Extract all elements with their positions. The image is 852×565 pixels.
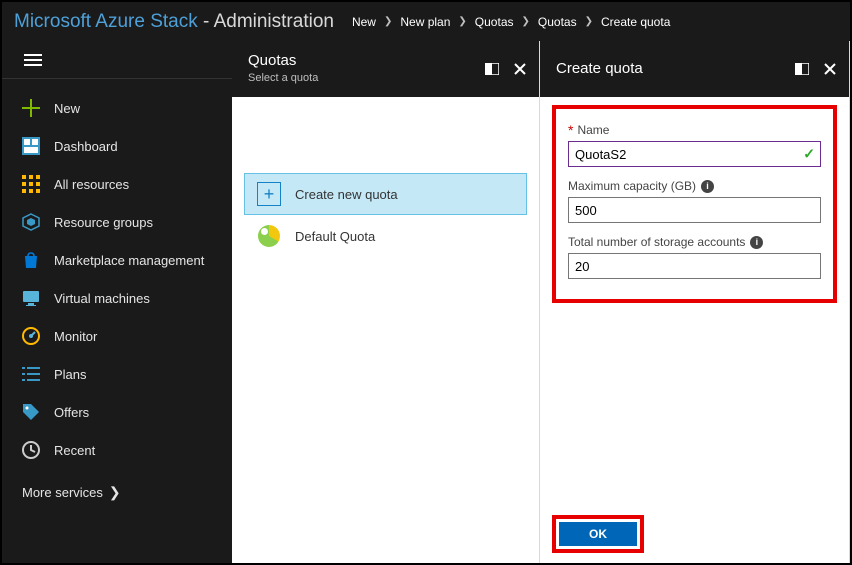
form-highlight: * Name ✓ Maximum capacity (GB) i Total n… (552, 105, 837, 303)
quota-item-label: Create new quota (295, 187, 398, 202)
close-icon[interactable] (823, 62, 837, 76)
blade-quotas: Quotas Select a quota + Create new quota… (232, 41, 540, 563)
clock-icon (22, 441, 40, 459)
nav-label: Dashboard (54, 139, 118, 154)
chevron-right-icon: ❯ (384, 16, 392, 27)
nav-resource-groups[interactable]: Resource groups (2, 203, 232, 241)
nav-label: Offers (54, 405, 89, 420)
nav-new[interactable]: New (2, 89, 232, 127)
nav-dashboard[interactable]: Dashboard (2, 127, 232, 165)
plus-icon (22, 99, 40, 117)
quota-item-create-new[interactable]: + Create new quota (244, 173, 527, 215)
name-label-text: Name (577, 123, 609, 137)
chevron-right-icon: ❯ (109, 484, 121, 501)
blade-create-quota: Create quota * Name ✓ Maximum capacity (… (540, 41, 850, 563)
blade-body: * Name ✓ Maximum capacity (GB) i Total n… (540, 97, 849, 563)
hamburger-icon (24, 51, 42, 69)
name-input[interactable] (568, 141, 821, 167)
breadcrumb-item[interactable]: Quotas (475, 15, 514, 29)
chevron-right-icon: ❯ (585, 16, 593, 27)
info-icon[interactable]: i (750, 236, 763, 249)
breadcrumb-item[interactable]: New (352, 15, 376, 29)
nav-all-resources[interactable]: All resources (2, 165, 232, 203)
name-label: * Name (568, 123, 821, 137)
dashboard-icon (22, 137, 40, 155)
nav-label: New (54, 101, 80, 116)
breadcrumb-item[interactable]: Quotas (538, 15, 577, 29)
blade-body: + Create new quota Default Quota (232, 97, 539, 563)
nav-offers[interactable]: Offers (2, 393, 232, 431)
capacity-input[interactable] (568, 197, 821, 223)
blade-subtitle: Select a quota (248, 72, 485, 85)
grid-icon (22, 175, 40, 193)
list-icon (22, 365, 40, 383)
maximize-icon[interactable] (795, 62, 809, 76)
more-services-button[interactable]: More services ❯ (2, 473, 232, 511)
chevron-right-icon: ❯ (458, 16, 466, 27)
bag-icon (22, 251, 40, 269)
pie-chart-icon (257, 224, 281, 248)
blade-header: Create quota (540, 41, 849, 97)
nav-marketplace[interactable]: Marketplace management (2, 241, 232, 279)
accounts-label: Total number of storage accounts i (568, 235, 821, 249)
sidebar: New Dashboard All resources Resource gro… (2, 41, 232, 563)
chevron-right-icon: ❯ (522, 16, 530, 27)
required-asterisk: * (568, 123, 573, 137)
breadcrumb-item[interactable]: Create quota (601, 15, 670, 29)
blade-header: Quotas Select a quota (232, 41, 539, 97)
nav-monitor[interactable]: Monitor (2, 317, 232, 355)
accounts-input[interactable] (568, 253, 821, 279)
ok-button[interactable]: OK (559, 522, 637, 546)
info-icon[interactable]: i (701, 180, 714, 193)
breadcrumb-item[interactable]: New plan (400, 15, 450, 29)
topbar: Microsoft Azure Stack - Administration N… (2, 2, 850, 41)
tag-icon (22, 403, 40, 421)
quota-list: + Create new quota Default Quota (232, 97, 539, 257)
ok-highlight: OK (552, 515, 644, 553)
product-name: Microsoft Azure Stack (14, 11, 198, 32)
blade-title: Quotas (248, 52, 485, 70)
nav-label: Recent (54, 443, 95, 458)
nav-label: Monitor (54, 329, 97, 344)
nav-recent[interactable]: Recent (2, 431, 232, 469)
body: New Dashboard All resources Resource gro… (2, 41, 850, 563)
gauge-icon (22, 327, 40, 345)
nav-label: Resource groups (54, 215, 153, 230)
close-icon[interactable] (513, 62, 527, 76)
cube-icon (22, 213, 40, 231)
admin-area: Administration (214, 11, 334, 32)
product-title: Microsoft Azure Stack - Administration (14, 11, 334, 33)
hamburger-button[interactable] (2, 41, 232, 79)
monitor-icon (22, 289, 40, 307)
plus-box-icon: + (257, 182, 281, 206)
more-services-label: More services (22, 485, 103, 500)
nav-label: Virtual machines (54, 291, 150, 306)
capacity-label: Maximum capacity (GB) i (568, 179, 821, 193)
checkmark-icon: ✓ (803, 146, 815, 163)
capacity-label-text: Maximum capacity (GB) (568, 179, 696, 193)
breadcrumb: New ❯ New plan ❯ Quotas ❯ Quotas ❯ Creat… (352, 15, 670, 29)
nav-label: Plans (54, 367, 87, 382)
nav-label: All resources (54, 177, 129, 192)
quota-item-default[interactable]: Default Quota (244, 215, 527, 257)
nav-label: Marketplace management (54, 253, 204, 268)
nav: New Dashboard All resources Resource gro… (2, 79, 232, 469)
name-field-wrap: ✓ (568, 141, 821, 167)
blade-title: Create quota (556, 60, 795, 78)
nav-virtual-machines[interactable]: Virtual machines (2, 279, 232, 317)
quota-item-label: Default Quota (295, 229, 375, 244)
nav-plans[interactable]: Plans (2, 355, 232, 393)
maximize-icon[interactable] (485, 62, 499, 76)
accounts-label-text: Total number of storage accounts (568, 235, 745, 249)
